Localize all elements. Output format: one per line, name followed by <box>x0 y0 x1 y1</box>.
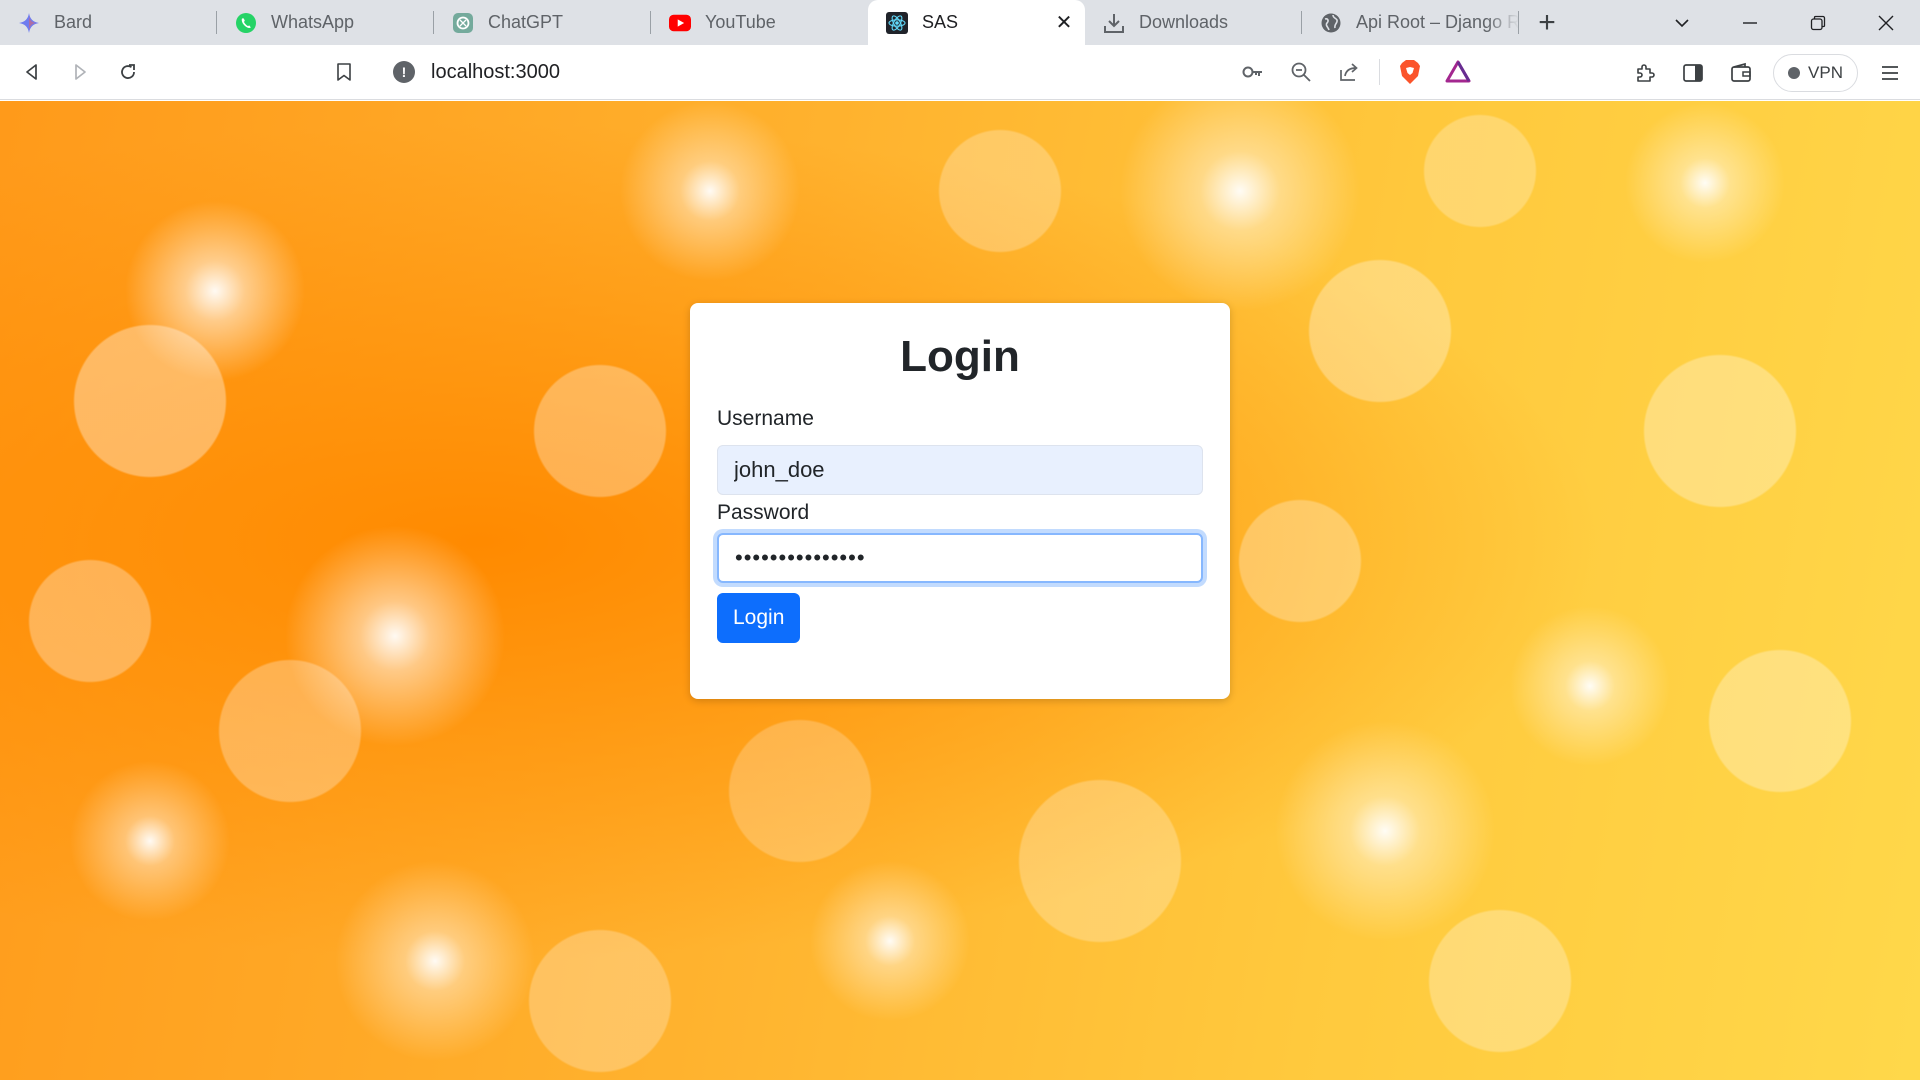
forward-button[interactable] <box>56 50 104 94</box>
tab-separator <box>1518 11 1519 34</box>
login-title: Login <box>900 332 1020 381</box>
extensions-icon[interactable] <box>1621 51 1669 95</box>
brave-rewards-icon[interactable] <box>1436 51 1480 93</box>
tab-strip: Bard WhatsApp ChatGPT YouTube SAS ✕ Down… <box>0 0 1920 45</box>
password-input[interactable] <box>717 533 1203 584</box>
wallet-icon[interactable] <box>1717 51 1765 95</box>
reload-button[interactable] <box>104 50 152 94</box>
tab-title: ChatGPT <box>488 12 564 32</box>
tab-title: SAS <box>922 12 959 32</box>
address-bar[interactable]: ! localhost:3000 <box>375 51 1490 93</box>
tab-title: Downloads <box>1139 12 1229 32</box>
brave-shield-icon[interactable] <box>1388 51 1432 93</box>
tab-title: YouTube <box>705 12 776 32</box>
menu-icon[interactable] <box>1866 51 1914 95</box>
zoom-out-icon[interactable] <box>1279 51 1323 93</box>
site-info-icon[interactable]: ! <box>393 61 415 83</box>
vpn-button[interactable]: VPN <box>1773 53 1858 92</box>
browser-toolbar: ! localhost:3000 VPN <box>0 45 1920 100</box>
close-window-button[interactable] <box>1852 0 1920 45</box>
chatgpt-icon <box>452 12 474 34</box>
whatsapp-icon <box>235 12 257 34</box>
login-button[interactable]: Login <box>717 593 801 644</box>
bookmark-icon[interactable] <box>320 50 368 94</box>
tab-bard[interactable]: Bard <box>0 0 217 45</box>
username-input[interactable] <box>717 445 1203 496</box>
globe-icon <box>1320 12 1342 34</box>
bard-icon <box>18 12 40 34</box>
tab-whatsapp[interactable]: WhatsApp <box>217 0 434 45</box>
password-label: Password <box>717 501 810 525</box>
username-label: Username <box>717 407 814 431</box>
vpn-label: VPN <box>1808 62 1843 82</box>
key-icon[interactable] <box>1231 51 1275 93</box>
restore-button[interactable] <box>1784 0 1852 45</box>
page-background: Login Username Password Login <box>0 101 1920 1080</box>
tab-youtube[interactable]: YouTube <box>651 0 868 45</box>
back-button[interactable] <box>8 50 56 94</box>
vpn-status-icon <box>1788 66 1801 79</box>
url-text[interactable]: localhost:3000 <box>431 61 560 84</box>
close-tab-icon[interactable]: ✕ <box>1051 10 1077 36</box>
download-icon <box>1103 12 1125 34</box>
tab-title: Bard <box>54 12 93 32</box>
tab-title: WhatsApp <box>271 12 355 32</box>
youtube-icon <box>669 12 691 34</box>
tab-sas[interactable]: SAS ✕ <box>868 0 1085 45</box>
new-tab-button[interactable]: + <box>1519 0 1575 45</box>
tab-api-root[interactable]: Api Root – Django R <box>1302 0 1519 45</box>
share-icon[interactable] <box>1327 51 1371 93</box>
tab-title: Api Root – Django R <box>1356 12 1519 32</box>
minimize-button[interactable] <box>1716 0 1784 45</box>
tab-search-chevron-icon[interactable] <box>1648 0 1716 45</box>
login-card: Login Username Password Login <box>690 303 1230 699</box>
sidebar-toggle-icon[interactable] <box>1669 51 1717 95</box>
react-icon <box>886 11 908 34</box>
tab-downloads[interactable]: Downloads <box>1085 0 1302 45</box>
tab-chatgpt[interactable]: ChatGPT <box>434 0 651 45</box>
